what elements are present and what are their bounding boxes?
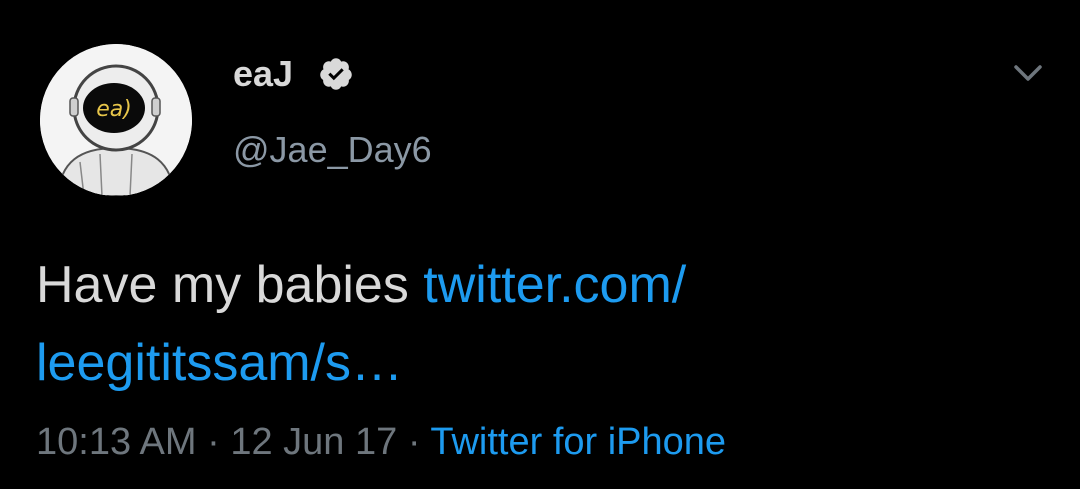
verified-badge-icon [318, 56, 354, 92]
tweet-time[interactable]: 10:13 AM [36, 421, 197, 463]
tweet-source[interactable]: Twitter for iPhone [430, 421, 726, 463]
tweet-meta: 10:13 AM · 12 Jun 17 · Twitter for iPhon… [36, 418, 726, 466]
astronaut-avatar-image: ea) [40, 44, 192, 196]
avatar-visor-text: ea) [96, 97, 132, 122]
meta-separator: · [196, 421, 231, 463]
user-handle[interactable]: @Jae_Day6 [233, 128, 432, 172]
tweet-link-line1: twitter.com/ [423, 256, 687, 314]
display-name[interactable]: eaJ [233, 52, 293, 96]
tweet-body: Have my babies [36, 256, 424, 314]
avatar[interactable]: ea) [40, 44, 192, 196]
meta-separator-2: · [397, 421, 431, 463]
tweet-date[interactable]: 12 Jun 17 [230, 421, 397, 463]
chevron-down-icon[interactable] [1006, 56, 1050, 92]
tweet-text: Have my babies twitter.com/leegititssam/… [36, 246, 1046, 402]
tweet-link-line2: leegititssam/s… [36, 334, 403, 392]
tweet-card: ea) eaJ @Jae_Day6 Have my babies twitter… [0, 0, 1080, 489]
